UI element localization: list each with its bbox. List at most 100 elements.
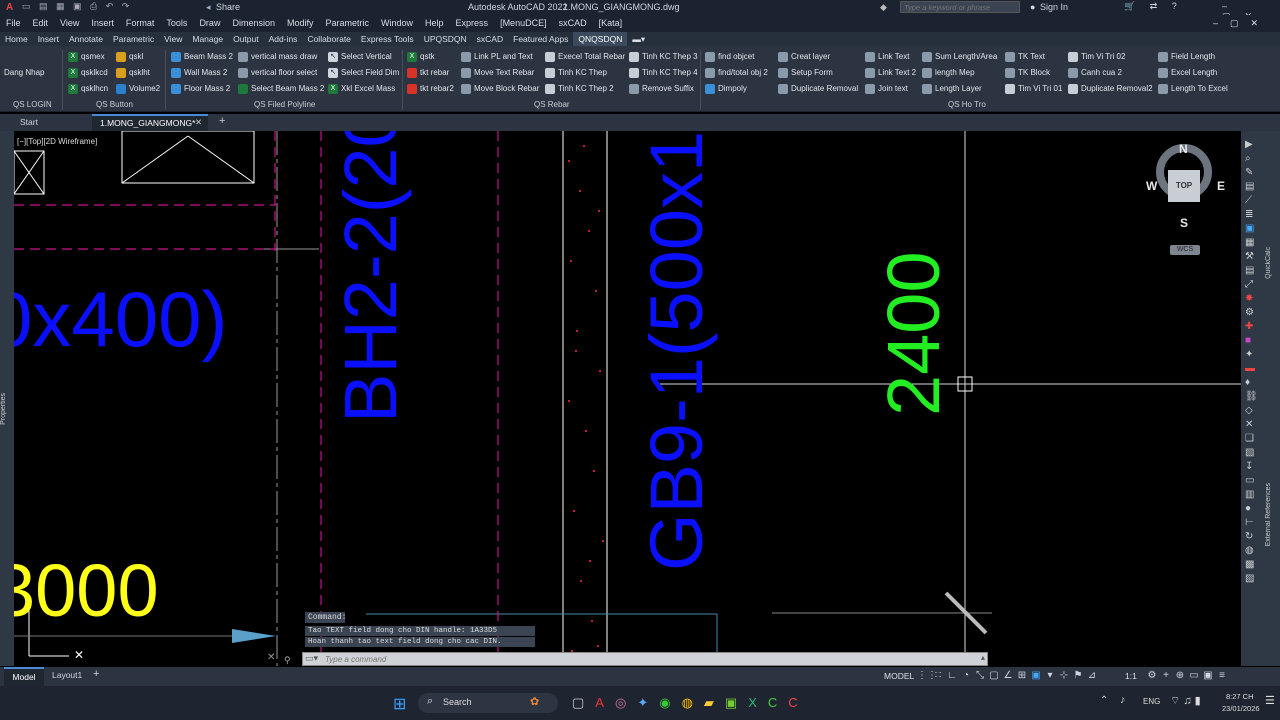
microphone-icon[interactable]: ♪ [1120, 694, 1126, 706]
external-references-palette-tab[interactable]: External References [1265, 483, 1272, 546]
wcs-menu[interactable]: WCS [1170, 245, 1200, 255]
length-to-excel-button[interactable]: Length To Excel [1158, 82, 1228, 96]
dang-nhap-button[interactable]: Dang Nhap [4, 66, 44, 80]
menu-format[interactable]: Format [120, 15, 161, 32]
sum-length-area-button[interactable]: Sum Length/Area [922, 50, 997, 64]
info-center-icon[interactable]: ◆ [880, 2, 887, 13]
app-icon[interactable]: ◎ [615, 695, 637, 710]
annotation-scale[interactable]: 1:1 [1125, 671, 1137, 681]
tray-overflow-icon[interactable]: ⌃ [1100, 695, 1108, 706]
notification-icon[interactable]: ☰ [1265, 694, 1275, 707]
pin-icon[interactable]: ♦ [1245, 377, 1258, 388]
model-space-button[interactable]: MODEL [884, 671, 914, 681]
grid-toggle-icon[interactable]: ⋮⋮ [917, 670, 937, 681]
pencil-icon[interactable]: ✎ [1245, 167, 1258, 178]
tab-home[interactable]: Home [0, 32, 33, 46]
tab-output[interactable]: Output [228, 32, 264, 46]
measure-icon[interactable]: ⤢ [1245, 279, 1258, 290]
save-icon[interactable]: ▭ [1245, 475, 1258, 486]
menu-view[interactable]: View [54, 15, 85, 32]
diamond-icon[interactable]: ◇ [1245, 405, 1258, 416]
floor-mass-2-button[interactable]: Floor Mass 2 [171, 82, 230, 96]
excel-length-button[interactable]: Excel Length [1158, 66, 1217, 80]
copilot-icon[interactable]: ✦ [637, 695, 659, 710]
dimension-icon[interactable]: ⊢ [1245, 517, 1258, 528]
link-text-button[interactable]: Link Text [865, 50, 909, 64]
autocad-taskbar-icon[interactable]: A [595, 695, 615, 710]
xbox-icon[interactable]: ◉ [659, 695, 681, 710]
field-length-button[interactable]: Field Length [1158, 50, 1215, 64]
execel-total-rebar-button[interactable]: Execel Total Rebar [545, 50, 625, 64]
excel-icon[interactable]: X [748, 695, 768, 710]
properties-icon[interactable]: ▤ [1245, 181, 1258, 192]
move-block-rebar-button[interactable]: Move Block Rebar [461, 82, 539, 96]
duplicate-removal2-button[interactable]: Duplicate Removal2 [1068, 82, 1153, 96]
tab-qnqsdqn[interactable]: QNQSDQN [573, 32, 628, 46]
creat-layer-button[interactable]: Creat layer [778, 50, 830, 64]
duplicate-removal-button[interactable]: Duplicate Removal [778, 82, 858, 96]
dimpoly-button[interactable]: Dimpoly [705, 82, 747, 96]
block-icon[interactable]: ▣ [1245, 223, 1258, 234]
wrench-icon[interactable]: ✦ [1245, 349, 1258, 360]
snap-toggle-icon[interactable]: ∷ [931, 670, 945, 681]
zoom-icon[interactable]: ⌕ [1245, 153, 1258, 164]
nvidia-icon[interactable]: ▣ [725, 695, 748, 710]
paste-icon[interactable]: ▧ [1245, 447, 1258, 458]
recorder-icon[interactable]: C [788, 695, 808, 710]
find-objcet-button[interactable]: find objcet [705, 50, 754, 64]
tkt-rebar-button[interactable]: tkt rebar [407, 66, 449, 80]
tkt-rebar2-button[interactable]: tkt rebar2 [407, 82, 454, 96]
osnap-toggle-icon[interactable]: ▢ [987, 670, 1001, 681]
menu-tools[interactable]: Tools [160, 15, 193, 32]
menu-dimension[interactable]: Dimension [226, 15, 281, 32]
wall-mass-2-button[interactable]: Wall Mass 2 [171, 66, 227, 80]
file-explorer-icon[interactable]: ▰ [704, 695, 725, 710]
image-icon[interactable]: ▨ [1245, 573, 1258, 584]
globe-icon[interactable]: ◍ [1245, 545, 1258, 556]
tab-sxcad[interactable]: sxCAD [472, 32, 508, 46]
network-volume-icons[interactable]: ⌔♫▮ [1170, 694, 1204, 708]
beam-mass-2-button[interactable]: Beam Mass 2 [171, 50, 233, 64]
transparency-icon[interactable]: ⊹ [1057, 670, 1071, 681]
command-recent-icon[interactable]: ▴ [981, 653, 985, 662]
link-icon[interactable]: ⛓ [1245, 391, 1258, 402]
user-icon[interactable]: ● [1030, 2, 1035, 12]
add-layout-plus-icon[interactable]: + [93, 668, 99, 680]
quickcalc-palette-tab[interactable]: QuickCalc [1265, 247, 1272, 279]
menu-draw[interactable]: Draw [193, 15, 226, 32]
annotation-icon[interactable]: ⚑ [1071, 670, 1085, 681]
play-icon[interactable]: ▶ [1245, 139, 1258, 150]
customize-icon[interactable]: ≡ [1215, 670, 1229, 681]
qsklkcd-button[interactable]: Xqsklkcd [68, 66, 108, 80]
clock-time[interactable]: 8:27 CH [1226, 692, 1254, 701]
qskl-button[interactable]: qskl [116, 50, 143, 64]
select-beam-mass-2-button[interactable]: Select Beam Mass 2 [238, 82, 324, 96]
copy-icon[interactable]: ❏ [1245, 433, 1258, 444]
alert-icon[interactable]: ✸ [1245, 293, 1258, 304]
menu-kata[interactable]: [Kata] [593, 15, 629, 32]
workspace-dropdown-icon[interactable]: ▾ [1043, 670, 1057, 681]
sign-in-button[interactable]: Sign In [1040, 2, 1068, 12]
visibility-icon[interactable]: ⊿ [1085, 670, 1099, 681]
tim-vi-tri-02-button[interactable]: Tim Vi Tri 02 [1068, 50, 1125, 64]
quick-access-icons[interactable]: ▭ ▤ ▦ ▣ ⎙ ↶ ↷ [22, 1, 132, 12]
tab-addins[interactable]: Add-ins [264, 32, 303, 46]
tab-upqsdqn[interactable]: UPQSDQN [419, 32, 472, 46]
polar-toggle-icon[interactable]: ◔ [959, 670, 973, 681]
windows-start-icon[interactable]: ⊞ [393, 694, 406, 714]
taskbar-search-box[interactable]: ⌕ Search ✿ [418, 693, 558, 713]
qsmex-button[interactable]: Xqsmex [68, 50, 105, 64]
tinh-kc-thep-3-button[interactable]: Tinh KC Thep 3 [629, 50, 698, 64]
length-layer-button[interactable]: Length Layer [922, 82, 982, 96]
tab-insert[interactable]: Insert [33, 32, 64, 46]
menu-parametric[interactable]: Parametric [320, 15, 376, 32]
dynamic-input-icon[interactable]: ▣ [1029, 670, 1043, 681]
viewcube-south[interactable]: S [1180, 216, 1188, 230]
clock-date[interactable]: 23/01/2026 [1222, 704, 1260, 713]
isodraft-icon[interactable]: ⤡ [973, 670, 987, 681]
gear-icon[interactable]: ⚙ [1145, 670, 1159, 681]
xkl-excel-mass-button[interactable]: X Xkl Excel Mass [328, 82, 395, 96]
share-button[interactable]: Share [216, 2, 240, 12]
menu-sxcad[interactable]: sxCAD [553, 15, 593, 32]
viewcube-north[interactable]: N [1179, 142, 1188, 156]
